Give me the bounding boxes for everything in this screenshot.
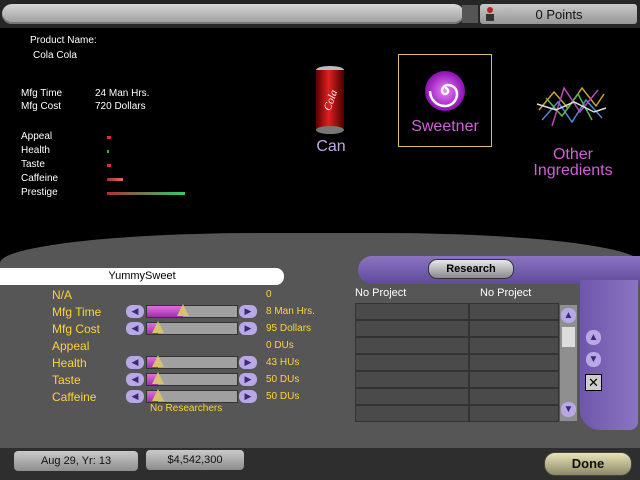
scroll-thumb[interactable] bbox=[562, 327, 575, 347]
caffeine-increase-icon[interactable]: ▶ bbox=[239, 390, 257, 403]
mfg-cost-value: 95 Dollars bbox=[266, 323, 312, 334]
researchers-status: No Researchers bbox=[150, 403, 223, 414]
taste-value: 50 DUs bbox=[266, 374, 300, 385]
research-button[interactable]: Research bbox=[428, 259, 514, 279]
player-icon bbox=[486, 7, 494, 21]
project-list-cell[interactable] bbox=[469, 354, 559, 371]
health-value: 43 HUs bbox=[266, 357, 300, 368]
done-button[interactable]: Done bbox=[544, 452, 632, 476]
na-label: N/A bbox=[52, 288, 73, 302]
project-list-cell[interactable] bbox=[469, 337, 559, 354]
caffeine-value: 50 DUs bbox=[266, 391, 300, 402]
taste-label: Taste bbox=[52, 373, 81, 387]
health-increase-icon[interactable]: ▶ bbox=[239, 356, 257, 369]
stat-caffeine-bar bbox=[107, 178, 123, 181]
taste-slider[interactable] bbox=[146, 372, 238, 386]
mfg-time-increase-icon[interactable]: ▶ bbox=[239, 305, 257, 318]
project-list-cell[interactable] bbox=[469, 405, 559, 422]
mfg-cost-decrease-icon[interactable]: ◀ bbox=[126, 322, 144, 335]
health-label: Health bbox=[52, 356, 87, 370]
sweetener-swirl-icon[interactable] bbox=[424, 70, 466, 112]
health-slider[interactable] bbox=[146, 355, 238, 369]
cash-balance: $4,542,300 bbox=[146, 450, 244, 470]
project-list-cell[interactable] bbox=[469, 371, 559, 388]
can-label[interactable]: Can bbox=[300, 138, 362, 156]
project-list-cell[interactable] bbox=[355, 320, 469, 337]
caffeine-label: Caffeine bbox=[52, 390, 97, 404]
project-list-cell[interactable] bbox=[355, 303, 469, 320]
stat-health-bar bbox=[107, 150, 109, 153]
stat-appeal-label: Appeal bbox=[21, 131, 53, 142]
project-column-1-header: No Project bbox=[355, 287, 407, 299]
project-list-cell[interactable] bbox=[469, 320, 559, 337]
mfg-time-label: Mfg Time bbox=[21, 88, 63, 99]
selected-ingredient-tab: YummySweet bbox=[0, 268, 284, 285]
title-bar bbox=[2, 4, 464, 24]
stat-prestige-label: Prestige bbox=[21, 187, 58, 198]
taste-slider-thumb[interactable] bbox=[152, 372, 164, 384]
mfg-time-slider[interactable] bbox=[146, 304, 238, 318]
other-ingredients-label[interactable]: Other Ingredients bbox=[526, 147, 620, 179]
mfg-time-slider-thumb[interactable] bbox=[177, 304, 189, 316]
na-value: 0 bbox=[266, 289, 272, 300]
project-list-cell[interactable] bbox=[355, 388, 469, 405]
taste-increase-icon[interactable]: ▶ bbox=[239, 373, 257, 386]
project-list-cell[interactable] bbox=[355, 405, 469, 422]
mfg-time-value: 8 Man Hrs. bbox=[266, 306, 315, 317]
caffeine-slider[interactable] bbox=[146, 389, 238, 403]
delete-project-icon[interactable]: ✕ bbox=[585, 374, 602, 391]
mfg-cost-label: Mfg Cost bbox=[21, 101, 62, 112]
stat-caffeine-label: Caffeine bbox=[21, 173, 59, 184]
mfg-cost-label: Mfg Cost bbox=[52, 322, 101, 336]
move-down-icon[interactable]: ▼ bbox=[586, 352, 601, 367]
stat-taste-bar bbox=[107, 164, 111, 167]
appeal-label: Appeal bbox=[52, 339, 90, 353]
stat-prestige-bar bbox=[107, 192, 185, 195]
taste-decrease-icon[interactable]: ◀ bbox=[126, 373, 144, 386]
project-column-2-header: No Project bbox=[480, 287, 532, 299]
sweetener-label[interactable]: Sweetner bbox=[400, 118, 490, 136]
stat-appeal-bar bbox=[107, 136, 111, 139]
project-list-cell[interactable] bbox=[355, 371, 469, 388]
other-ingredients-molecule-icon[interactable] bbox=[534, 80, 608, 132]
product-name: Cola Cola bbox=[33, 50, 77, 61]
project-list-cell[interactable] bbox=[355, 337, 469, 354]
caffeine-slider-thumb[interactable] bbox=[152, 389, 164, 401]
scroll-up-icon[interactable]: ▲ bbox=[561, 308, 576, 323]
mfg-cost-slider-thumb[interactable] bbox=[152, 321, 164, 333]
move-up-icon[interactable]: ▲ bbox=[586, 330, 601, 345]
project-list-cell[interactable] bbox=[469, 388, 559, 405]
points-value: 0 Points bbox=[535, 7, 583, 22]
can-icon[interactable]: Cola bbox=[312, 64, 348, 136]
mfg-cost-value: 720 Dollars bbox=[95, 101, 146, 112]
appeal-value: 0 DUs bbox=[266, 340, 294, 351]
game-date: Aug 29, Yr: 13 bbox=[14, 451, 138, 471]
mfg-time-value: 24 Man Hrs. bbox=[95, 88, 150, 99]
mfg-cost-increase-icon[interactable]: ▶ bbox=[239, 322, 257, 335]
health-slider-thumb[interactable] bbox=[152, 355, 164, 367]
mfg-time-decrease-icon[interactable]: ◀ bbox=[126, 305, 144, 318]
caffeine-decrease-icon[interactable]: ◀ bbox=[126, 390, 144, 403]
title-bar-cap bbox=[462, 5, 478, 23]
stat-health-label: Health bbox=[21, 145, 50, 156]
project-list-cell[interactable] bbox=[355, 354, 469, 371]
scroll-down-icon[interactable]: ▼ bbox=[561, 402, 576, 417]
health-decrease-icon[interactable]: ◀ bbox=[126, 356, 144, 369]
product-name-label: Product Name: bbox=[30, 35, 97, 46]
project-list-cell[interactable] bbox=[469, 303, 559, 320]
mfg-cost-slider[interactable] bbox=[146, 321, 238, 335]
project-list[interactable] bbox=[355, 303, 559, 422]
mfg-time-label: Mfg Time bbox=[52, 305, 102, 319]
stat-taste-label: Taste bbox=[21, 159, 45, 170]
